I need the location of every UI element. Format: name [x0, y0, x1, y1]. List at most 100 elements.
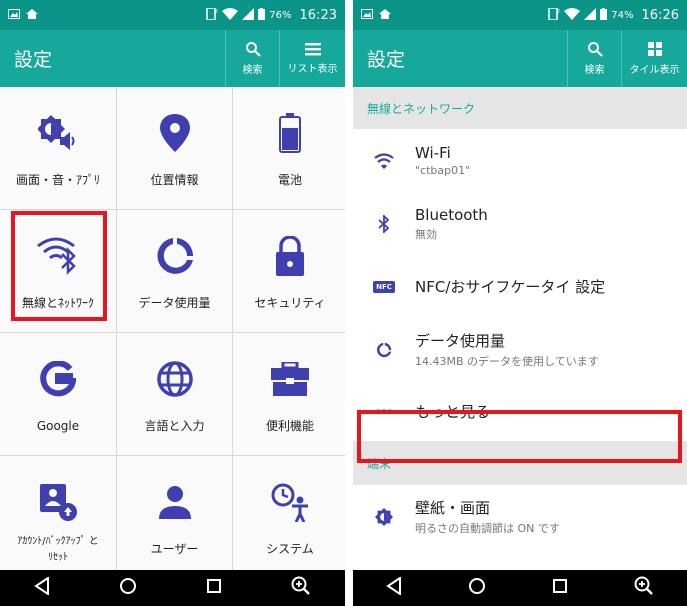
tile-label: 画面・音・ｱﾌﾟﾘ	[15, 173, 100, 187]
nfc-icon: NFC	[353, 280, 415, 293]
recents-button[interactable]	[552, 578, 568, 598]
image-notification-icon	[361, 8, 373, 22]
signal-status-icon	[584, 7, 597, 23]
tile-label: 便利機能	[265, 419, 314, 433]
tile-view-label: タイル表示	[629, 65, 680, 76]
image-notification-icon	[8, 8, 20, 22]
tile-view-button[interactable]: タイル表示	[621, 30, 687, 87]
back-button[interactable]	[386, 576, 402, 599]
zoom-button[interactable]	[291, 576, 311, 600]
status-bar: F 76% 16:23	[0, 0, 345, 30]
clock: 16:23	[299, 7, 337, 23]
tile-useful-features[interactable]: 便利機能	[233, 333, 345, 455]
signal-status-icon	[242, 7, 255, 23]
tile-language-input[interactable]: 言語と入力	[117, 333, 232, 455]
tile-label: 言語と入力	[144, 419, 205, 433]
tile-location[interactable]: 位置情報	[117, 87, 232, 209]
tile-label: 位置情報	[150, 173, 199, 187]
settings-list: 無線とネットワーク Wi-Fi "ctbap01" Bluetooth 無効 N…	[353, 87, 687, 548]
user-icon	[158, 482, 191, 522]
list-icon	[304, 42, 321, 60]
tile-account-backup-reset[interactable]: ｱｶｳﾝﾄ/ﾊﾞｯｸｱｯﾌﾟ と ﾘｾｯﾄ	[0, 456, 116, 572]
lock-icon	[274, 236, 306, 276]
home-button[interactable]	[468, 577, 486, 599]
list-view-button[interactable]: リスト表示	[279, 30, 345, 87]
back-button[interactable]	[34, 576, 50, 599]
section-header-wireless: 無線とネットワーク	[353, 87, 687, 129]
battery-status-icon	[258, 7, 266, 23]
grid-icon	[647, 41, 663, 61]
list-item-wifi[interactable]: Wi-Fi "ctbap01"	[353, 129, 687, 192]
tile-label: データ使用量	[138, 296, 211, 310]
search-icon	[587, 41, 603, 61]
tile-label: システム	[266, 542, 314, 556]
brightness-sound-icon	[38, 113, 78, 153]
tile-users[interactable]: ユーザー	[117, 456, 232, 572]
tile-label: セキュリティ	[254, 296, 326, 310]
account-backup-icon	[38, 482, 78, 522]
home-notification-icon	[379, 8, 391, 22]
wifi-status-icon	[222, 7, 239, 23]
svg-text:F: F	[215, 9, 218, 16]
home-button[interactable]	[119, 577, 137, 599]
data-usage-icon	[353, 342, 415, 358]
right-settings-screen: F 74% 16:26 設定 検索 タイル表示 無線とネットワーク Wi-Fi …	[353, 0, 687, 606]
item-title: NFC/おサイフケータイ 設定	[415, 278, 606, 296]
tile-battery[interactable]: 電池	[233, 87, 345, 209]
tile-security[interactable]: セキュリティ	[233, 210, 345, 332]
google-icon	[40, 359, 76, 399]
search-icon	[245, 41, 261, 61]
item-subtitle: "ctbap01"	[415, 164, 471, 177]
wifi-icon	[353, 152, 415, 169]
clock: 16:26	[641, 7, 679, 23]
battery-percent: 74%	[611, 9, 634, 21]
nfc-status-icon: F	[206, 6, 219, 23]
tile-google[interactable]: Google	[0, 333, 116, 455]
globe-icon	[156, 359, 194, 399]
app-bar: 設定 検索 タイル表示	[353, 30, 687, 87]
svg-text:F: F	[557, 9, 560, 16]
status-bar: F 74% 16:26	[353, 0, 687, 30]
item-subtitle: 明るさの自動調節は ON です	[415, 522, 560, 535]
item-title: Bluetooth	[415, 205, 488, 224]
bluetooth-icon	[353, 214, 415, 233]
search-button[interactable]: 検索	[225, 30, 279, 87]
system-icon	[270, 482, 310, 522]
brightness-icon	[353, 507, 415, 526]
recents-button[interactable]	[206, 578, 222, 598]
tile-system[interactable]: システム	[233, 456, 345, 572]
location-pin-icon	[159, 113, 190, 153]
tile-label: ユーザー	[150, 542, 199, 556]
item-subtitle: 14.43MB のデータを使用しています	[415, 355, 599, 368]
page-title: 設定	[14, 49, 53, 71]
battery-status-icon	[600, 7, 608, 23]
list-item-nfc[interactable]: NFC NFC/おサイフケータイ 設定	[353, 255, 687, 318]
item-title: 壁紙・画面	[415, 499, 491, 517]
page-title: 設定	[367, 49, 406, 71]
toolbox-icon	[270, 359, 310, 399]
highlight-box	[11, 211, 107, 321]
search-label: 検索	[584, 65, 605, 76]
item-subtitle: 無効	[415, 227, 437, 241]
item-title: Wi-Fi	[415, 144, 451, 162]
tile-data-usage[interactable]: データ使用量	[117, 210, 232, 332]
zoom-button[interactable]	[634, 576, 654, 600]
navigation-bar	[0, 570, 345, 606]
tile-display-sound-apps[interactable]: 画面・音・ｱﾌﾟﾘ	[0, 87, 116, 209]
navigation-bar	[353, 570, 687, 606]
list-item-bluetooth[interactable]: Bluetooth 無効	[353, 192, 687, 255]
list-item-wallpaper-display[interactable]: 壁紙・画面 明るさの自動調節は ON です	[353, 485, 687, 548]
list-item-data-usage[interactable]: データ使用量 14.43MB のデータを使用しています	[353, 318, 687, 381]
app-bar: 設定 検索 リスト表示	[0, 30, 345, 87]
left-settings-screen: F 76% 16:23 設定 検索 リスト表示 画面・音・ｱﾌﾟﾘ 位置情報 電…	[0, 0, 345, 606]
list-view-label: リスト表示	[287, 64, 338, 75]
battery-icon	[279, 113, 301, 153]
nfc-status-icon: F	[548, 6, 561, 23]
wifi-status-icon	[564, 7, 581, 23]
item-title: データ使用量	[415, 332, 506, 350]
home-notification-icon	[26, 8, 38, 22]
highlight-box	[357, 410, 682, 463]
search-button[interactable]: 検索	[567, 30, 621, 87]
settings-tile-grid: 画面・音・ｱﾌﾟﾘ 位置情報 電池 無線とﾈｯﾄﾜｰｸ データ使用量 セキュリテ…	[0, 87, 345, 576]
tile-label: ｱｶｳﾝﾄ/ﾊﾞｯｸｱｯﾌﾟ と ﾘｾｯﾄ	[17, 536, 99, 563]
